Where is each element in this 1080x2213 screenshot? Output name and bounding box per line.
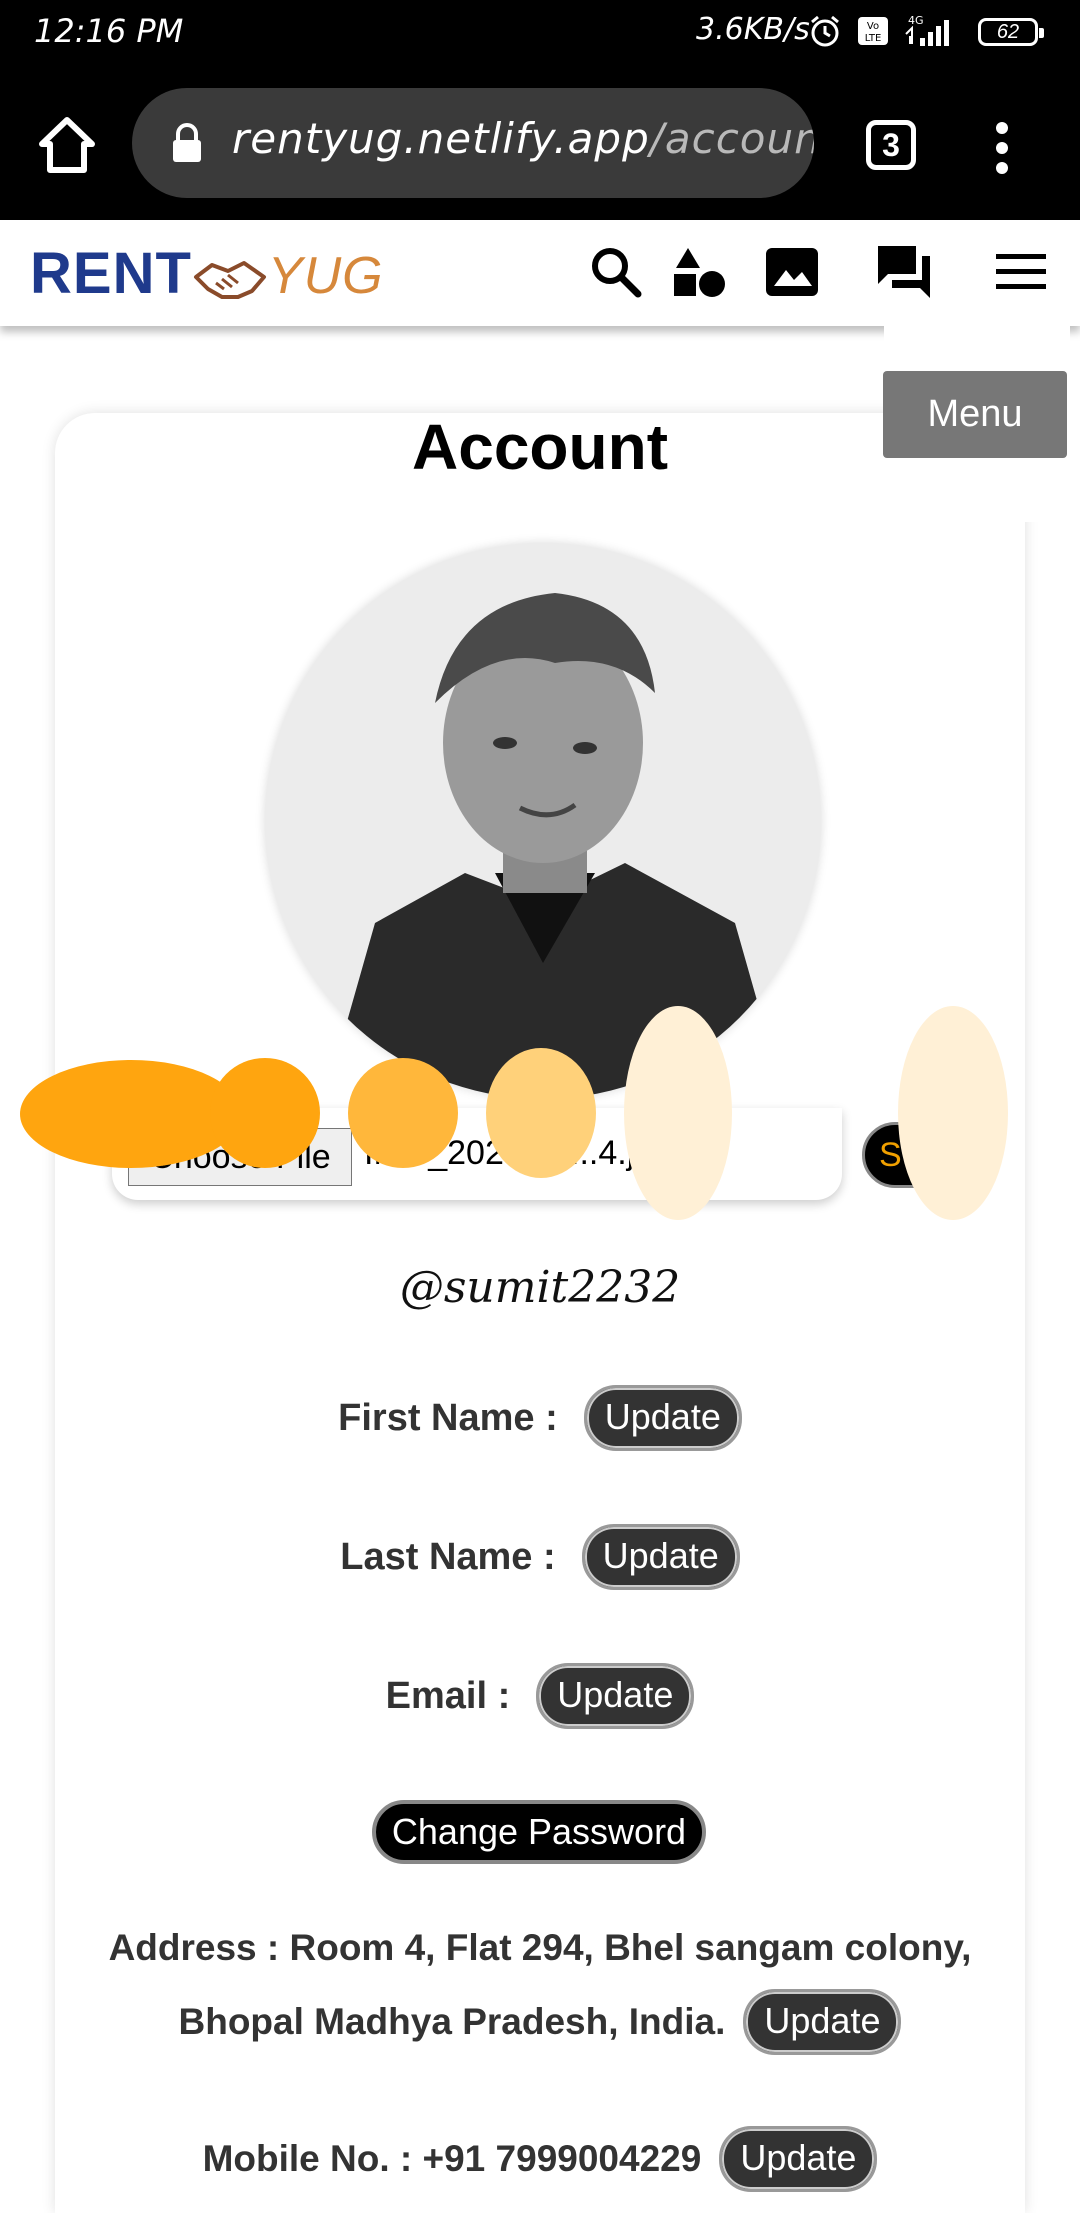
redaction-blob	[898, 1006, 1008, 1220]
mobile-row: Mobile No. : +91 7999004229 Update	[0, 2126, 1080, 2192]
network-type: 4G	[908, 14, 924, 27]
email-row: Email : Update	[0, 1663, 1080, 1729]
address-line-2: Bhopal Madhya Pradesh, India.	[178, 2001, 726, 2043]
redaction-blob	[20, 1060, 242, 1168]
address-bar[interactable]: rentyug.netlify.app/account/sui	[132, 88, 814, 198]
redaction-blob	[624, 1006, 732, 1220]
mobile-number: Mobile No. : +91 7999004229	[202, 2138, 702, 2179]
first-name-row: First Name : Update	[0, 1385, 1080, 1451]
search-icon[interactable]	[588, 244, 644, 300]
network-speed: 3.6KB/s	[696, 12, 810, 47]
site-header: RENT YUG	[0, 220, 1080, 326]
profile-photo	[265, 543, 821, 1099]
change-password-button[interactable]: Change Password	[372, 1800, 706, 1864]
more-options-icon[interactable]	[990, 120, 1014, 176]
profile-avatar	[265, 543, 821, 1099]
logo-rent: RENT	[30, 241, 192, 306]
tab-switcher-button[interactable]: 3	[866, 120, 916, 170]
last-name-row: Last Name : Update	[0, 1524, 1080, 1590]
chat-icon[interactable]	[876, 244, 932, 300]
update-first-name-button[interactable]: Update	[583, 1385, 742, 1451]
handshake-icon	[193, 260, 266, 299]
redaction-blob	[210, 1058, 320, 1168]
logo-yug: YUG	[267, 247, 384, 305]
url-domain: rentyug.netlify.app	[232, 114, 650, 163]
rentyug-logo[interactable]: RENT YUG	[30, 245, 384, 305]
email-label: Email :	[385, 1674, 511, 1717]
last-name-label: Last Name :	[340, 1535, 556, 1578]
address-line-2-row: Bhopal Madhya Pradesh, India. Update	[90, 1984, 990, 2058]
home-icon[interactable]	[36, 114, 98, 176]
volte-icon: Vo LTE	[858, 17, 888, 45]
update-address-button[interactable]: Update	[743, 1989, 902, 2056]
url-path: /account/sui	[649, 114, 814, 163]
status-time: 12:16 PM	[34, 12, 184, 50]
svg-text:Vo: Vo	[867, 21, 879, 32]
hamburger-menu-icon[interactable]	[994, 244, 1050, 300]
redaction-blob	[486, 1048, 596, 1178]
url-text: rentyug.netlify.app/account/sui	[232, 114, 814, 163]
lock-icon	[173, 123, 201, 162]
update-last-name-button[interactable]: Update	[581, 1524, 740, 1590]
signal-icon: 4G	[905, 14, 949, 46]
update-email-button[interactable]: Update	[536, 1663, 695, 1729]
address-line-1: Address : Room 4, Flat 294, Bhel sangam …	[108, 1927, 972, 1968]
categories-icon[interactable]	[672, 244, 728, 300]
status-bar: 12:16 PM 3.6KB/s Vo LTE 4G 62	[0, 0, 1080, 64]
first-name-label: First Name :	[338, 1396, 558, 1439]
browser-toolbar: rentyug.netlify.app/account/sui 3	[0, 64, 1080, 220]
username-handle: @sumit2232	[399, 1262, 681, 1313]
image-gallery-icon[interactable]	[764, 244, 820, 300]
battery-indicator: 62	[978, 18, 1044, 46]
redaction-blob	[348, 1058, 458, 1168]
svg-text:LTE: LTE	[865, 33, 882, 44]
update-mobile-button[interactable]: Update	[719, 2126, 878, 2192]
menu-button[interactable]: Menu	[883, 371, 1067, 458]
address-block: Address : Room 4, Flat 294, Bhel sangam …	[90, 1912, 990, 2058]
alarm-icon	[811, 15, 839, 47]
